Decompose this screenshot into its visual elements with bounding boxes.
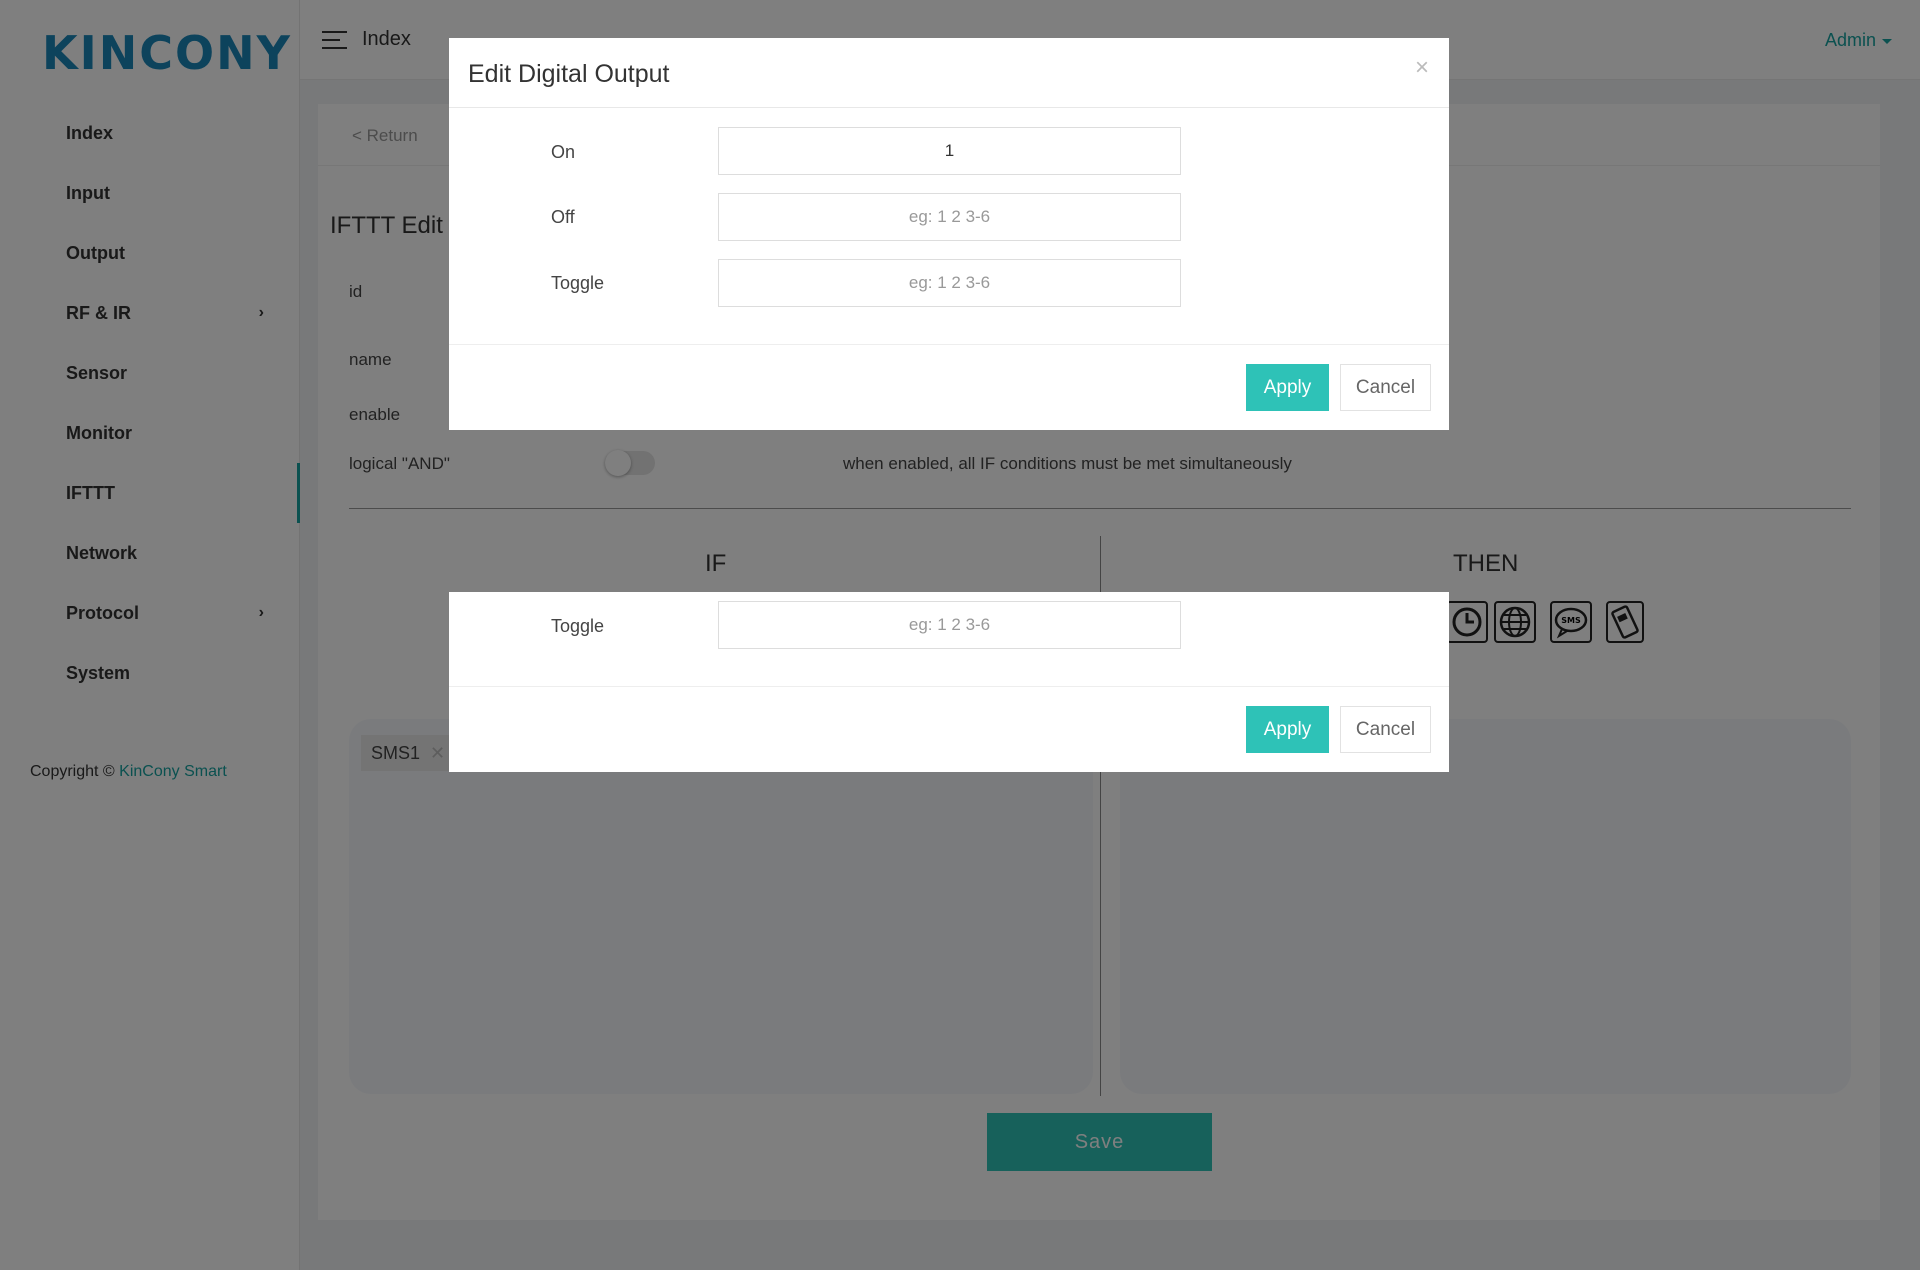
off-input[interactable] bbox=[718, 193, 1181, 241]
on-input[interactable] bbox=[718, 127, 1181, 175]
modal-title: Edit Digital Output bbox=[468, 60, 670, 88]
modal-footer-divider bbox=[449, 344, 1449, 345]
apply-button[interactable]: Apply bbox=[1246, 364, 1329, 411]
toggle-input[interactable] bbox=[718, 601, 1181, 649]
duplicate-modal-fragment: Toggle Apply Cancel bbox=[449, 592, 1449, 772]
modal-footer-divider bbox=[449, 686, 1449, 687]
apply-button[interactable]: Apply bbox=[1246, 706, 1329, 753]
edit-digital-output-modal: Edit Digital Output × On Off Toggle Appl… bbox=[449, 38, 1449, 430]
on-label: On bbox=[551, 142, 576, 162]
off-label: Off bbox=[551, 207, 575, 227]
toggle-input[interactable] bbox=[718, 259, 1181, 307]
close-icon[interactable]: × bbox=[1415, 54, 1429, 82]
cancel-button[interactable]: Cancel bbox=[1340, 364, 1431, 411]
cancel-button[interactable]: Cancel bbox=[1340, 706, 1431, 753]
toggle-label: Toggle bbox=[551, 273, 605, 293]
modal-header-divider bbox=[449, 107, 1449, 108]
toggle-label: Toggle bbox=[551, 616, 605, 636]
